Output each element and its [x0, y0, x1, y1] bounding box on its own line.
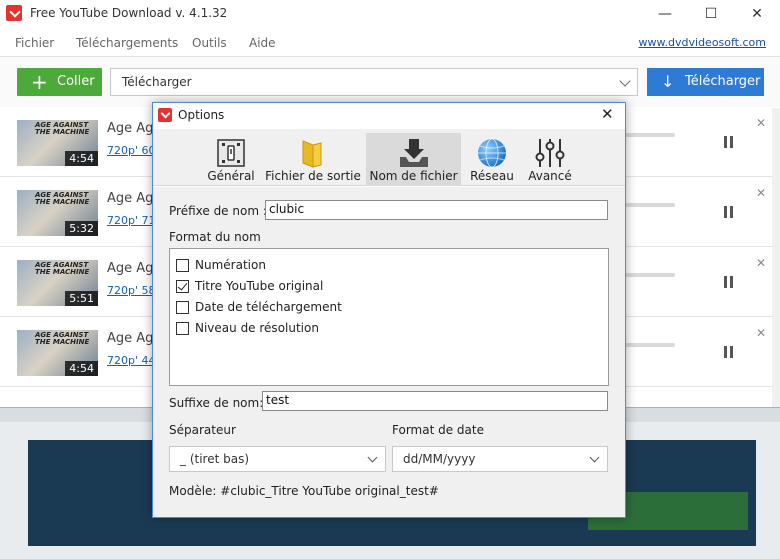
video-quality-link[interactable]: 720p' 71: [107, 214, 156, 227]
numbering-label: Numération: [195, 258, 266, 272]
tab-advanced[interactable]: Avancé: [523, 133, 577, 186]
progress-bar: [625, 273, 675, 277]
separator-select[interactable]: _ (tiret bas): [169, 446, 386, 472]
inbox-download-icon: [399, 139, 428, 167]
progress-bar: [625, 133, 675, 137]
options-dialog: Options ✕ Général Fichier de sortie Nom …: [152, 102, 626, 518]
dialog-titlebar: Options ✕: [153, 103, 625, 129]
menu-tools[interactable]: Outils: [192, 36, 227, 50]
name-format-list: Numération Titre YouTube original Date d…: [169, 248, 609, 386]
prefix-input[interactable]: clubic: [265, 200, 608, 220]
download-arrow-icon: ↓: [661, 72, 675, 91]
list-scrollbar[interactable]: [772, 108, 780, 407]
date-format-label: Format de date: [392, 423, 484, 437]
original-title-checkbox[interactable]: [176, 280, 189, 293]
download-button[interactable]: ↓ Télécharger: [647, 68, 764, 96]
date-format-value: dd/MM/yyyy: [403, 452, 476, 466]
tab-output-folder[interactable]: Fichier de sortie: [265, 133, 361, 186]
folder-icon: [302, 140, 322, 168]
video-quality-link[interactable]: 720p' 60: [107, 144, 156, 157]
remove-item-button[interactable]: ✕: [756, 326, 766, 340]
video-thumbnail: AGE AGAINST THE MACHINE 4:54: [17, 330, 98, 376]
download-button-label: Télécharger: [685, 74, 761, 89]
thumbnail-text: AGE AGAINST THE MACHINE: [35, 191, 90, 206]
suffix-input[interactable]: test: [262, 391, 608, 411]
filename-preview: Modèle: #clubic_Titre YouTube original_t…: [169, 484, 439, 498]
globe-icon: [478, 138, 506, 168]
menu-bar: Fichier Téléchargements Outils Aide www.…: [0, 30, 780, 56]
download-date-checkbox[interactable]: [176, 301, 189, 314]
remove-item-button[interactable]: ✕: [756, 116, 766, 130]
video-duration: 5:32: [65, 221, 98, 236]
filename-settings-panel: Préfixe de nom : clubic Format du nom Nu…: [153, 187, 625, 517]
menu-file[interactable]: Fichier: [15, 36, 54, 50]
tab-label: Fichier de sortie: [265, 169, 361, 183]
paste-button[interactable]: + Coller: [17, 68, 102, 96]
progress-bar: [625, 203, 675, 207]
dialog-close-button[interactable]: ✕: [601, 105, 614, 123]
tab-label: Réseau: [470, 169, 514, 183]
tab-label: Avancé: [528, 169, 572, 183]
video-duration: 4:54: [65, 151, 98, 166]
name-format-label: Format du nom: [169, 230, 261, 244]
app-logo-icon: [6, 5, 22, 21]
menu-help[interactable]: Aide: [249, 36, 276, 50]
chevron-down-icon: [367, 452, 378, 463]
video-duration: 4:54: [65, 361, 98, 376]
tab-label: Nom de fichier: [369, 169, 458, 183]
download-date-label: Date de téléchargement: [195, 300, 342, 314]
maximize-button[interactable]: ☐: [688, 0, 734, 28]
plus-icon: +: [31, 70, 48, 94]
video-quality-link[interactable]: 720p' 58: [107, 284, 156, 297]
toolbar: + Coller Télécharger ↓ Télécharger: [0, 57, 780, 107]
chevron-down-icon: [589, 452, 600, 463]
remove-item-button[interactable]: ✕: [756, 256, 766, 270]
tab-label: Général: [207, 169, 255, 183]
website-link[interactable]: www.dvdvideosoft.com: [639, 36, 766, 49]
date-format-select[interactable]: dd/MM/yyyy: [392, 446, 608, 472]
app-logo-icon: [158, 108, 172, 122]
format-select[interactable]: Télécharger: [110, 68, 638, 96]
tab-network[interactable]: Réseau: [465, 133, 519, 186]
tab-filename[interactable]: Nom de fichier: [366, 133, 461, 186]
separator-label: Séparateur: [169, 423, 236, 437]
prefix-label: Préfixe de nom :: [169, 204, 267, 218]
paste-button-label: Coller: [57, 74, 95, 89]
thumbnail-text: AGE AGAINST THE MACHINE: [35, 261, 90, 276]
format-select-value: Télécharger: [122, 75, 192, 89]
thumbnail-text: AGE AGAINST THE MACHINE: [35, 121, 90, 136]
window-titlebar: Free YouTube Download v. 4.1.32 — ☐ ✕: [0, 0, 780, 28]
suffix-label: Suffixe de nom:: [169, 396, 264, 410]
options-tabs: Général Fichier de sortie Nom de fichier: [153, 129, 625, 186]
minimize-button[interactable]: —: [642, 0, 688, 28]
pause-icon[interactable]: [723, 276, 734, 288]
video-thumbnail: AGE AGAINST THE MACHINE 5:51: [17, 260, 98, 306]
dialog-title: Options: [178, 108, 225, 122]
pause-icon[interactable]: [723, 136, 734, 148]
separator-value: _ (tiret bas): [180, 452, 250, 466]
general-icon: [217, 139, 245, 167]
progress-bar: [625, 343, 675, 347]
numbering-checkbox[interactable]: [176, 259, 189, 272]
pause-icon[interactable]: [723, 346, 734, 358]
window-title: Free YouTube Download v. 4.1.32: [30, 6, 228, 20]
thumbnail-text: AGE AGAINST THE MACHINE: [35, 331, 90, 346]
sliders-icon: [535, 139, 565, 167]
close-window-button[interactable]: ✕: [734, 0, 780, 28]
pause-icon[interactable]: [723, 206, 734, 218]
chevron-down-icon: [619, 75, 631, 87]
video-quality-link[interactable]: 720p' 44: [107, 354, 156, 367]
tab-general[interactable]: Général: [201, 133, 261, 186]
menu-downloads[interactable]: Téléchargements: [76, 36, 178, 50]
video-thumbnail: AGE AGAINST THE MACHINE 4:54: [17, 120, 98, 166]
remove-item-button[interactable]: ✕: [756, 186, 766, 200]
video-thumbnail: AGE AGAINST THE MACHINE 5:32: [17, 190, 98, 236]
resolution-label: Niveau de résolution: [195, 321, 319, 335]
original-title-label: Titre YouTube original: [195, 279, 324, 293]
video-duration: 5:51: [65, 291, 98, 306]
resolution-checkbox[interactable]: [176, 322, 189, 335]
